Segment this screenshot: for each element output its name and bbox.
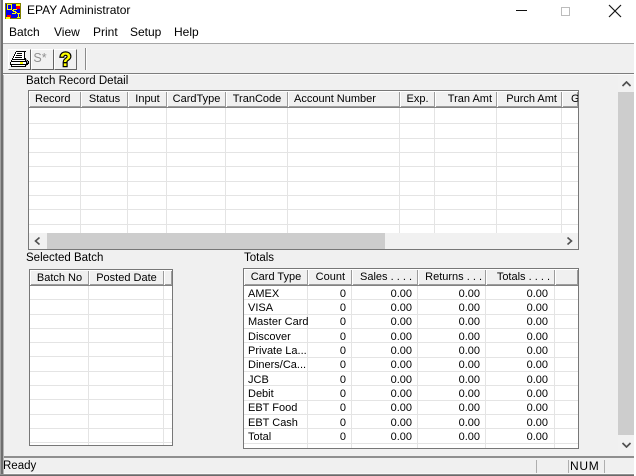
svg-text:?: ? bbox=[60, 50, 72, 70]
